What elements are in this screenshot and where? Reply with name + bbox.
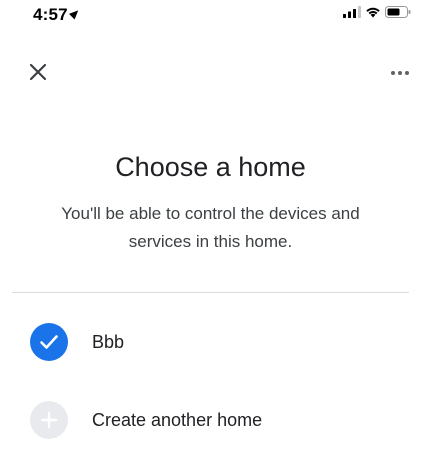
page-title: Choose a home (115, 152, 306, 182)
location-arrow-icon (68, 7, 81, 20)
status-time-text: 4:57 (33, 5, 68, 24)
page-subtitle: You'll be able to control the devices an… (61, 204, 360, 251)
top-bar (0, 52, 421, 92)
signal-icon (343, 6, 361, 18)
home-option-label: Bbb (92, 332, 125, 352)
divider (12, 292, 409, 293)
battery-icon (385, 6, 411, 18)
more-options-button[interactable] (389, 66, 411, 78)
more-options-icon (391, 71, 409, 75)
selected-indicator (30, 323, 68, 361)
plus-icon (40, 411, 58, 429)
home-option-bbb[interactable]: Bbb (0, 313, 421, 373)
status-time: 4:57 (33, 5, 81, 25)
checkmark-icon (40, 335, 58, 349)
wifi-icon (366, 7, 380, 18)
create-home-label: Create another home (92, 410, 263, 430)
create-home-button[interactable]: Create another home (0, 391, 421, 451)
status-icons (343, 6, 411, 18)
plus-circle (30, 401, 68, 439)
close-icon (29, 63, 47, 81)
close-button[interactable] (26, 60, 50, 84)
status-bar: 4:57 (0, 0, 421, 30)
